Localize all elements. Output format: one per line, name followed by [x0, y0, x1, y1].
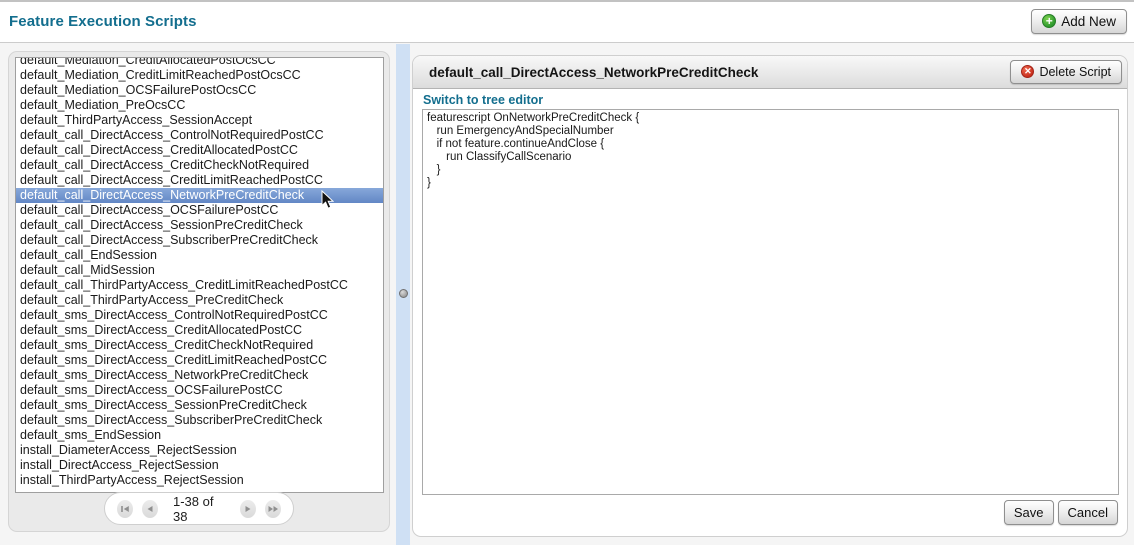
list-item[interactable]: default_sms_DirectAccess_CreditCheckNotR…: [16, 338, 383, 353]
list-item[interactable]: default_sms_DirectAccess_CreditLimitReac…: [16, 353, 383, 368]
list-item[interactable]: default_call_DirectAccess_CreditLimitRea…: [16, 173, 383, 188]
list-item[interactable]: default_call_DirectAccess_ControlNotRequ…: [16, 128, 383, 143]
list-item[interactable]: default_call_DirectAccess_SessionPreCred…: [16, 218, 383, 233]
editor-title: default_call_DirectAccess_NetworkPreCred…: [429, 65, 758, 80]
list-item[interactable]: default_call_DirectAccess_OCSFailurePost…: [16, 203, 383, 218]
list-item[interactable]: default_sms_DirectAccess_ControlNotRequi…: [16, 308, 383, 323]
editor-header: default_call_DirectAccess_NetworkPreCred…: [413, 56, 1127, 89]
switch-to-tree-editor-link[interactable]: Switch to tree editor: [423, 93, 543, 107]
list-item[interactable]: default_call_ThirdPartyAccess_CreditLimi…: [16, 278, 383, 293]
list-item[interactable]: default_call_DirectAccess_CreditCheckNot…: [16, 158, 383, 173]
list-item[interactable]: default_call_EndSession: [16, 248, 383, 263]
feature-execution-scripts-page: Feature Execution Scripts + Add New defa…: [0, 0, 1134, 545]
list-item[interactable]: default_sms_DirectAccess_SubscriberPreCr…: [16, 413, 383, 428]
pagination-bar: 1-38 of 38: [104, 492, 294, 525]
editor-actions: Save Cancel: [1004, 500, 1118, 525]
splitter-grip-icon[interactable]: [399, 289, 408, 298]
list-item[interactable]: default_call_DirectAccess_CreditAllocate…: [16, 143, 383, 158]
page-title: Feature Execution Scripts: [9, 13, 197, 30]
list-item[interactable]: default_sms_DirectAccess_CreditAllocated…: [16, 323, 383, 338]
list-item[interactable]: default_Mediation_OCSFailurePostOcsCC: [16, 83, 383, 98]
app-header: Feature Execution Scripts + Add New: [0, 2, 1134, 43]
list-item[interactable]: default_call_DirectAccess_NetworkPreCred…: [16, 188, 383, 203]
script-list-box: default_Mediation_CreditAllocatedPostOcs…: [15, 57, 384, 493]
panel-splitter[interactable]: [396, 44, 410, 545]
script-editor-panel: default_call_DirectAccess_NetworkPreCred…: [412, 55, 1128, 537]
list-item[interactable]: default_sms_EndSession: [16, 428, 383, 443]
list-item[interactable]: default_call_ThirdPartyAccess_PreCreditC…: [16, 293, 383, 308]
list-item[interactable]: default_call_DirectAccess_SubscriberPreC…: [16, 233, 383, 248]
list-item[interactable]: default_sms_DirectAccess_NetworkPreCredi…: [16, 368, 383, 383]
list-item[interactable]: default_Mediation_CreditAllocatedPostOcs…: [16, 57, 383, 68]
list-item[interactable]: default_Mediation_PreOcsCC: [16, 98, 383, 113]
cancel-button[interactable]: Cancel: [1058, 500, 1118, 525]
add-new-button-label: Add New: [1061, 14, 1116, 29]
script-code-editor[interactable]: featurescript OnNetworkPreCreditCheck { …: [422, 109, 1119, 495]
prev-page-icon[interactable]: [142, 500, 158, 518]
delete-icon: ✕: [1021, 65, 1034, 78]
list-item[interactable]: default_Mediation_CreditLimitReachedPost…: [16, 68, 383, 83]
next-page-icon[interactable]: [240, 500, 256, 518]
list-item[interactable]: default_sms_DirectAccess_SessionPreCredi…: [16, 398, 383, 413]
script-list-panel: default_Mediation_CreditAllocatedPostOcs…: [8, 51, 390, 532]
list-item[interactable]: default_ThirdPartyAccess_SessionAccept: [16, 113, 383, 128]
list-item[interactable]: default_call_MidSession: [16, 263, 383, 278]
list-item[interactable]: install_DiameterAccess_RejectSession: [16, 443, 383, 458]
list-item[interactable]: default_sms_DirectAccess_OCSFailurePostC…: [16, 383, 383, 398]
list-item[interactable]: install_ThirdPartyAccess_RejectSession: [16, 473, 383, 488]
plus-icon: +: [1042, 14, 1056, 28]
pagination-range-label: 1-38 of 38: [167, 494, 231, 524]
delete-script-button[interactable]: ✕ Delete Script: [1010, 60, 1122, 84]
last-page-icon[interactable]: [265, 500, 281, 518]
list-item[interactable]: install_DirectAccess_RejectSession: [16, 458, 383, 473]
script-list: default_Mediation_CreditAllocatedPostOcs…: [16, 57, 383, 488]
first-page-icon[interactable]: [117, 500, 133, 518]
delete-script-button-label: Delete Script: [1039, 65, 1111, 79]
add-new-button[interactable]: + Add New: [1031, 9, 1127, 34]
save-button[interactable]: Save: [1004, 500, 1054, 525]
